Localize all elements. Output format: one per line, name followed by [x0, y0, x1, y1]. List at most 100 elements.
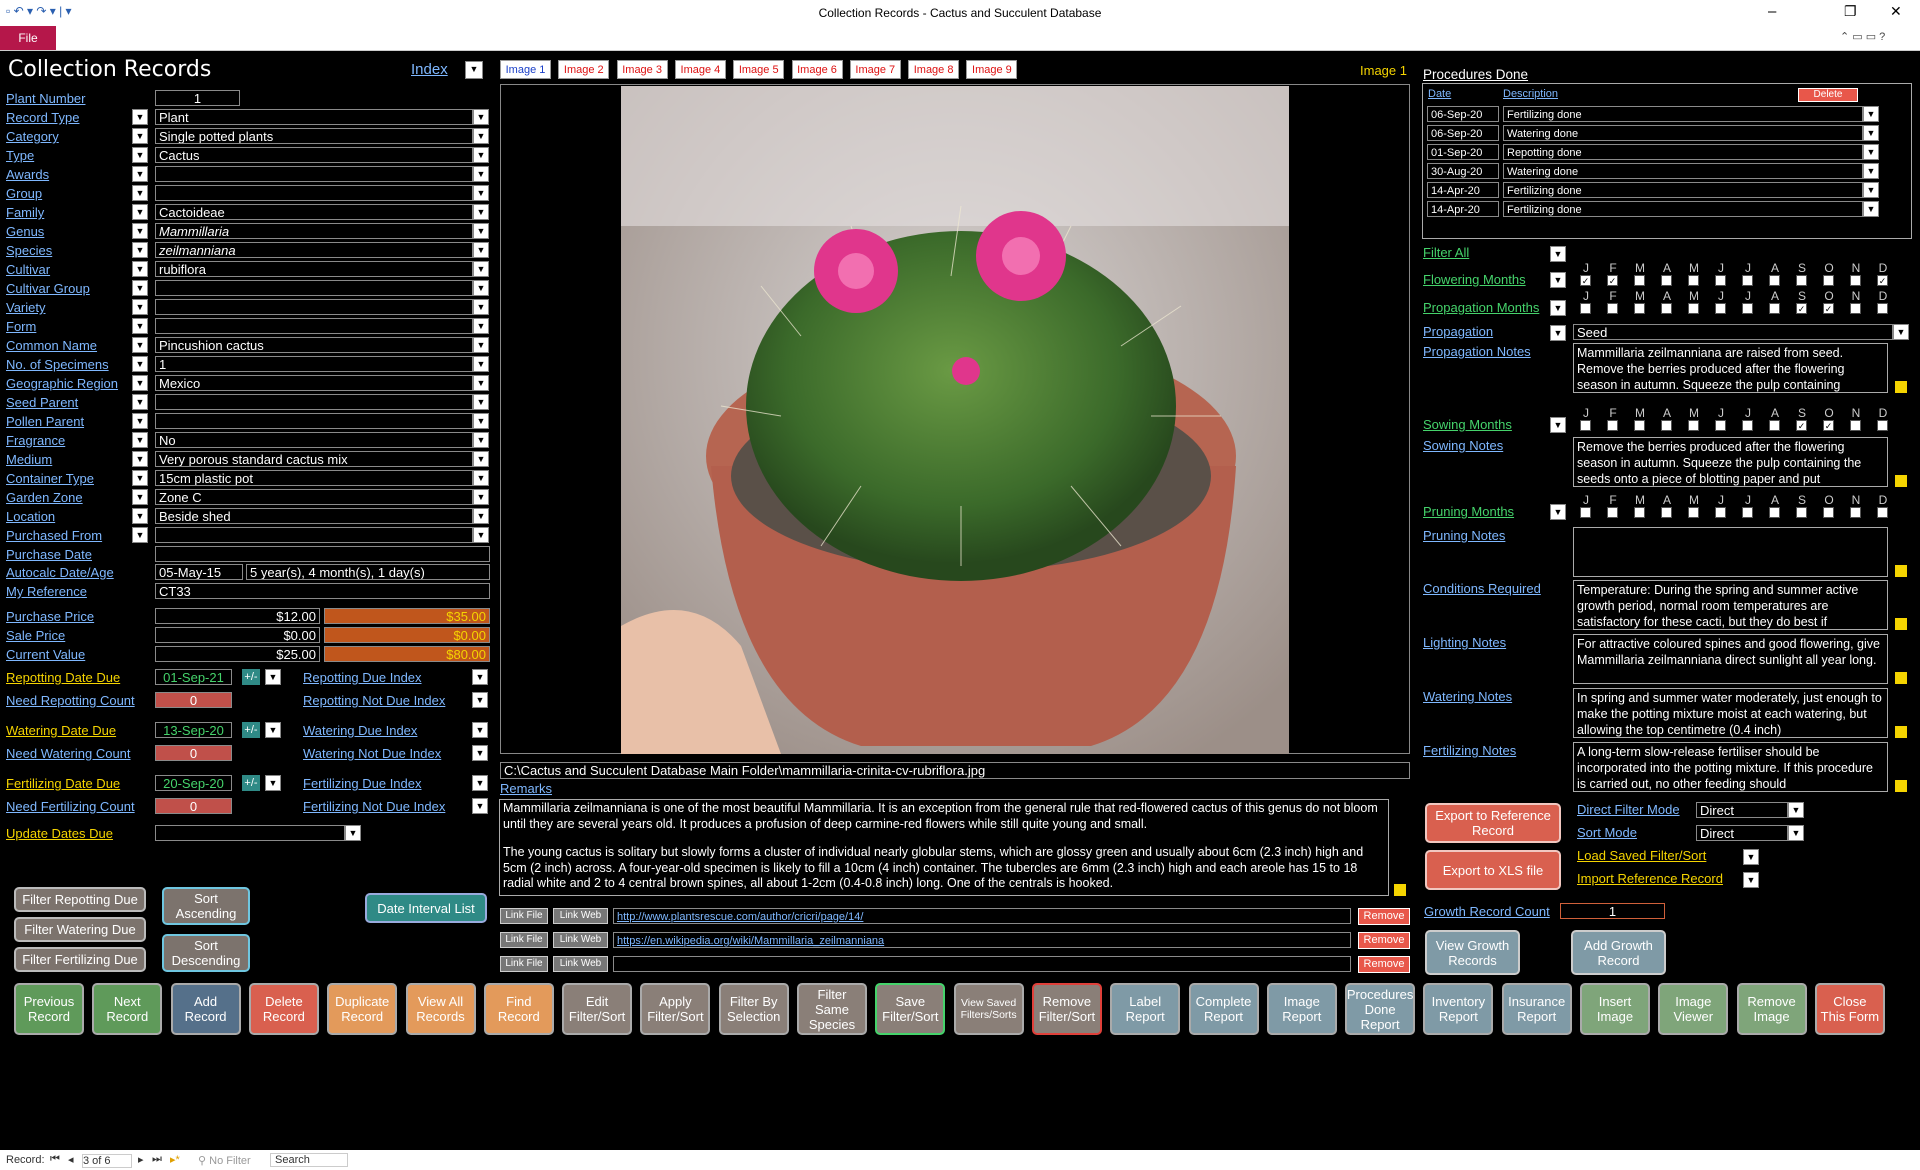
container-type-label[interactable]: Container Type [6, 471, 94, 486]
fragrance-dropdown-icon[interactable]: ▼ [473, 432, 489, 448]
awards-label[interactable]: Awards [6, 167, 49, 182]
seed-parent-dropdown-icon[interactable]: ▼ [473, 394, 489, 410]
form-filter-dropdown-icon[interactable]: ▼ [132, 318, 148, 334]
procedure-description-3[interactable]: Repotting done [1503, 144, 1863, 160]
procedures-delete-button[interactable]: Delete [1798, 88, 1858, 102]
export-xls-button[interactable]: Export to XLS file [1425, 850, 1561, 890]
add-growth-record-button[interactable]: Add Growth Record [1571, 930, 1666, 975]
delete-record-button[interactable]: Delete Record [248, 983, 319, 1035]
next-record-button[interactable]: Next Record [92, 983, 163, 1035]
purchase-price-field[interactable]: $12.00 [155, 608, 320, 624]
purchased-from-label[interactable]: Purchased From [6, 528, 102, 543]
watering-date-due-label[interactable]: Watering Date Due [6, 723, 116, 738]
repotting-date-due-field[interactable]: 01-Sep-21 [155, 669, 232, 685]
flowering-months-checkbox-10[interactable] [1823, 275, 1834, 286]
type-label[interactable]: Type [6, 148, 34, 163]
flowering-months-checkbox-8[interactable] [1769, 275, 1780, 286]
sowing-months-dropdown-icon[interactable]: ▼ [1550, 417, 1566, 433]
link-web-button-3[interactable]: Link Web [553, 956, 608, 972]
sowing-months-checkbox-6[interactable] [1715, 420, 1726, 431]
insurance-report-button[interactable]: Insurance Report [1501, 983, 1572, 1035]
medium-dropdown-icon[interactable]: ▼ [473, 451, 489, 467]
flowering-months-checkbox-4[interactable] [1661, 275, 1672, 286]
pruning-months-dropdown-icon[interactable]: ▼ [1550, 504, 1566, 520]
filter-same-species-button[interactable]: Filter Same Species [797, 983, 867, 1035]
edit-filter-sort-button[interactable]: Edit Filter/Sort [562, 983, 633, 1035]
watering-notes-box[interactable]: In spring and summer water moderately, j… [1573, 688, 1888, 738]
procedure-description-2[interactable]: Watering done [1503, 125, 1863, 141]
form-field[interactable] [155, 318, 473, 334]
previous-record-button[interactable]: Previous Record [14, 983, 84, 1035]
propagation-notes-zoom-icon[interactable] [1895, 381, 1907, 393]
image-tab-3[interactable]: Image 3 [616, 60, 668, 79]
pruning-months-checkbox-4[interactable] [1661, 507, 1672, 518]
apply-filter-sort-button[interactable]: Apply Filter/Sort [640, 983, 711, 1035]
watering-date-due-field[interactable]: 13-Sep-20 [155, 722, 232, 738]
seed-parent-label[interactable]: Seed Parent [6, 395, 78, 410]
procedure-description-4[interactable]: Watering done [1503, 163, 1863, 179]
propagation-months-label[interactable]: Propagation Months [1423, 300, 1539, 315]
repotting-due-index-dropdown-icon[interactable]: ▼ [472, 669, 488, 685]
watering-not-due-index-link[interactable]: Watering Not Due Index [303, 746, 441, 761]
fertilizing-notes-label[interactable]: Fertilizing Notes [1423, 743, 1516, 758]
awards-dropdown-icon[interactable]: ▼ [473, 166, 489, 182]
species-filter-dropdown-icon[interactable]: ▼ [132, 242, 148, 258]
pruning-months-checkbox-3[interactable] [1634, 507, 1645, 518]
image-tab-4[interactable]: Image 4 [674, 60, 726, 79]
filter-watering-due-button[interactable]: Filter Watering Due [14, 917, 146, 942]
genus-dropdown-icon[interactable]: ▼ [473, 223, 489, 239]
propagation-months-checkbox-4[interactable] [1661, 303, 1672, 314]
purchased-from-filter-dropdown-icon[interactable]: ▼ [132, 527, 148, 543]
group-dropdown-icon[interactable]: ▼ [473, 185, 489, 201]
sowing-months-checkbox-8[interactable] [1769, 420, 1780, 431]
pruning-months-checkbox-9[interactable] [1796, 507, 1807, 518]
family-filter-dropdown-icon[interactable]: ▼ [132, 204, 148, 220]
propagation-months-checkbox-5[interactable] [1688, 303, 1699, 314]
cultivar-dropdown-icon[interactable]: ▼ [473, 261, 489, 277]
plant-number-label[interactable]: Plant Number [6, 91, 85, 106]
ribbon-controls-icon[interactable]: ⌃ ▭ ▭ ? [1840, 30, 1885, 43]
fertilizing-need-count-label[interactable]: Need Fertilizing Count [6, 799, 135, 814]
sowing-months-checkbox-5[interactable] [1688, 420, 1699, 431]
location-filter-dropdown-icon[interactable]: ▼ [132, 508, 148, 524]
fertilizing-due-index-dropdown-icon[interactable]: ▼ [472, 775, 488, 791]
sort-descending-button[interactable]: Sort Descending [162, 934, 250, 972]
repotting-due-dropdown-icon[interactable]: ▼ [265, 669, 281, 685]
procedure-date-4[interactable]: 30-Aug-20 [1427, 163, 1499, 179]
medium-field[interactable]: Very porous standard cactus mix [155, 451, 473, 467]
family-label[interactable]: Family [6, 205, 44, 220]
duplicate-record-button[interactable]: Duplicate Record [327, 983, 398, 1035]
purchase-price-label[interactable]: Purchase Price [6, 609, 94, 624]
no-of-specimens-dropdown-icon[interactable]: ▼ [473, 356, 489, 372]
insert-image-button[interactable]: Insert Image [1580, 983, 1650, 1035]
link-web-button-1[interactable]: Link Web [553, 908, 608, 924]
pruning-notes-label[interactable]: Pruning Notes [1423, 528, 1505, 543]
watering-due-dropdown-icon[interactable]: ▼ [265, 722, 281, 738]
pruning-notes-box[interactable] [1573, 527, 1888, 577]
sowing-months-checkbox-9[interactable]: ✓ [1796, 420, 1807, 431]
link-url-field-2[interactable]: https://en.wikipedia.org/wiki/Mammillari… [613, 932, 1351, 948]
save-filter-sort-button[interactable]: Save Filter/Sort [875, 983, 946, 1035]
view-saved-filters-sorts-button[interactable]: View Saved Filters/Sorts [953, 983, 1024, 1035]
propagation-months-checkbox-10[interactable]: ✓ [1823, 303, 1834, 314]
garden-zone-field[interactable]: Zone C [155, 489, 473, 505]
sort-ascending-button[interactable]: Sort Ascending [162, 887, 250, 925]
category-field[interactable]: Single potted plants [155, 128, 473, 144]
last-record-icon[interactable]: ⏭ [152, 1153, 162, 1166]
filter-fertilizing-due-button[interactable]: Filter Fertilizing Due [14, 947, 146, 972]
flowering-months-checkbox-3[interactable] [1634, 275, 1645, 286]
sowing-months-checkbox-11[interactable] [1850, 420, 1861, 431]
watering-not-due-index-dropdown-icon[interactable]: ▼ [472, 745, 488, 761]
group-label[interactable]: Group [6, 186, 42, 201]
watering-plus-minus-button[interactable]: +/- [242, 722, 260, 738]
fragrance-label[interactable]: Fragrance [6, 433, 65, 448]
record-position-field[interactable]: 3 of 6 [82, 1154, 132, 1168]
flowering-months-checkbox-12[interactable]: ✓ [1877, 275, 1888, 286]
common-name-filter-dropdown-icon[interactable]: ▼ [132, 337, 148, 353]
medium-filter-dropdown-icon[interactable]: ▼ [132, 451, 148, 467]
growth-record-count-label[interactable]: Growth Record Count [1424, 904, 1550, 919]
purchased-from-dropdown-icon[interactable]: ▼ [473, 527, 489, 543]
sowing-notes-box[interactable]: Remove the berries produced after the fl… [1573, 437, 1888, 487]
sowing-notes-zoom-icon[interactable] [1895, 475, 1907, 487]
pruning-months-checkbox-2[interactable] [1607, 507, 1618, 518]
